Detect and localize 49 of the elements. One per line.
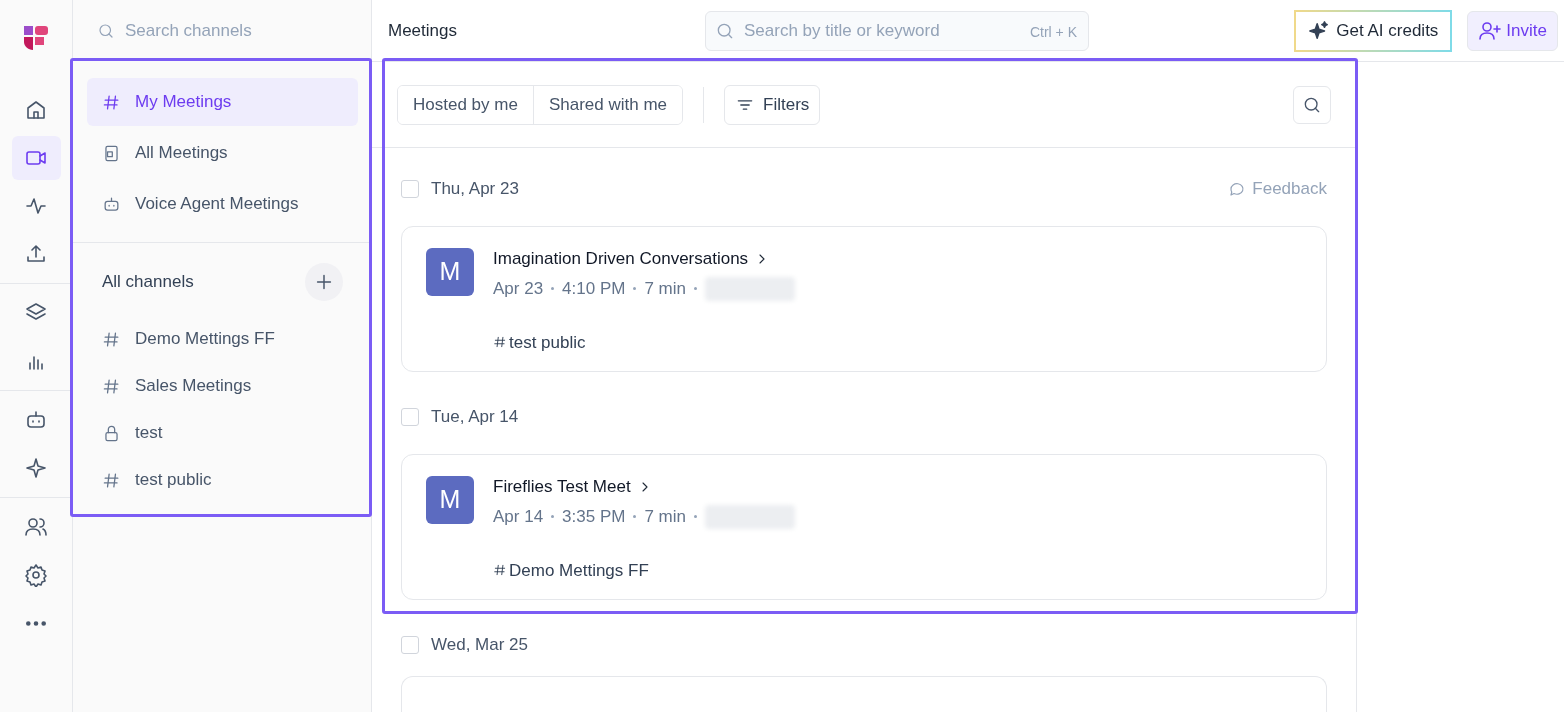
meeting-time: 3:35 PM [562,506,626,528]
hash-icon [493,563,507,578]
meeting-date: Apr 23 [493,278,544,300]
meeting-title-link[interactable]: Fireflies Test Meet [493,476,795,498]
date-checkbox[interactable] [401,636,419,654]
sidebar-item[interactable]: test [87,410,358,456]
sidebar-item[interactable]: My Meetings [87,78,358,126]
meeting-duration: 7 min [644,506,686,528]
hash-icon [493,335,507,350]
home-icon [24,98,48,122]
users-icon [24,515,48,539]
date-heading: Wed, Mar 25 [431,634,528,657]
page-title: Meetings [388,19,458,42]
filter-tab[interactable]: Shared with me [532,85,682,124]
sparkle-icon [24,456,48,480]
search-button[interactable] [1293,85,1331,124]
avatar: M [426,476,474,524]
meeting-date: Apr 14 [493,506,544,528]
sidebar-item[interactable]: Voice Agent Meetings [87,180,358,228]
search-icon [97,22,115,40]
settings-icon [24,563,48,587]
filters-button[interactable]: Filters [724,84,821,125]
meeting-duration: 7 min [644,278,686,300]
date-checkbox[interactable] [401,180,419,198]
sidebar-item[interactable]: test public [87,457,358,503]
nav-video-camera-button[interactable] [11,136,61,180]
document-icon [102,143,121,163]
logo-icon[interactable] [22,24,50,52]
avatar: M [426,248,474,296]
sidebar-item[interactable]: Sales Meetings [87,363,358,409]
sidebar-item[interactable]: All Meetings [87,129,358,177]
channel-tag: Demo Mettings FF [509,557,649,583]
date-heading: Tue, Apr 14 [431,406,519,429]
chat-icon [1228,180,1247,198]
channel-tag: test public [509,329,586,355]
add-channel-button[interactable] [305,263,343,301]
channel-search-field[interactable]: Search channels [125,18,345,44]
shortcut-hint: Ctrl + K [1029,22,1077,42]
get-ai-credits-button[interactable]: Get AI credits [1294,9,1453,52]
date-heading: Thu, Apr 23 [431,178,519,201]
sparkles-icon [1308,19,1331,42]
channels-heading: All channels [102,271,194,294]
meeting-title-link[interactable]: Imagination Driven Conversations [493,248,795,270]
date-checkbox[interactable] [401,408,419,426]
meeting-time: 4:10 PM [562,278,626,300]
invite-button[interactable]: Invite [1467,10,1558,51]
sidebar-item[interactable]: Demo Mettings FF [87,316,358,362]
more-icon [26,620,46,626]
lock-icon [102,423,121,443]
